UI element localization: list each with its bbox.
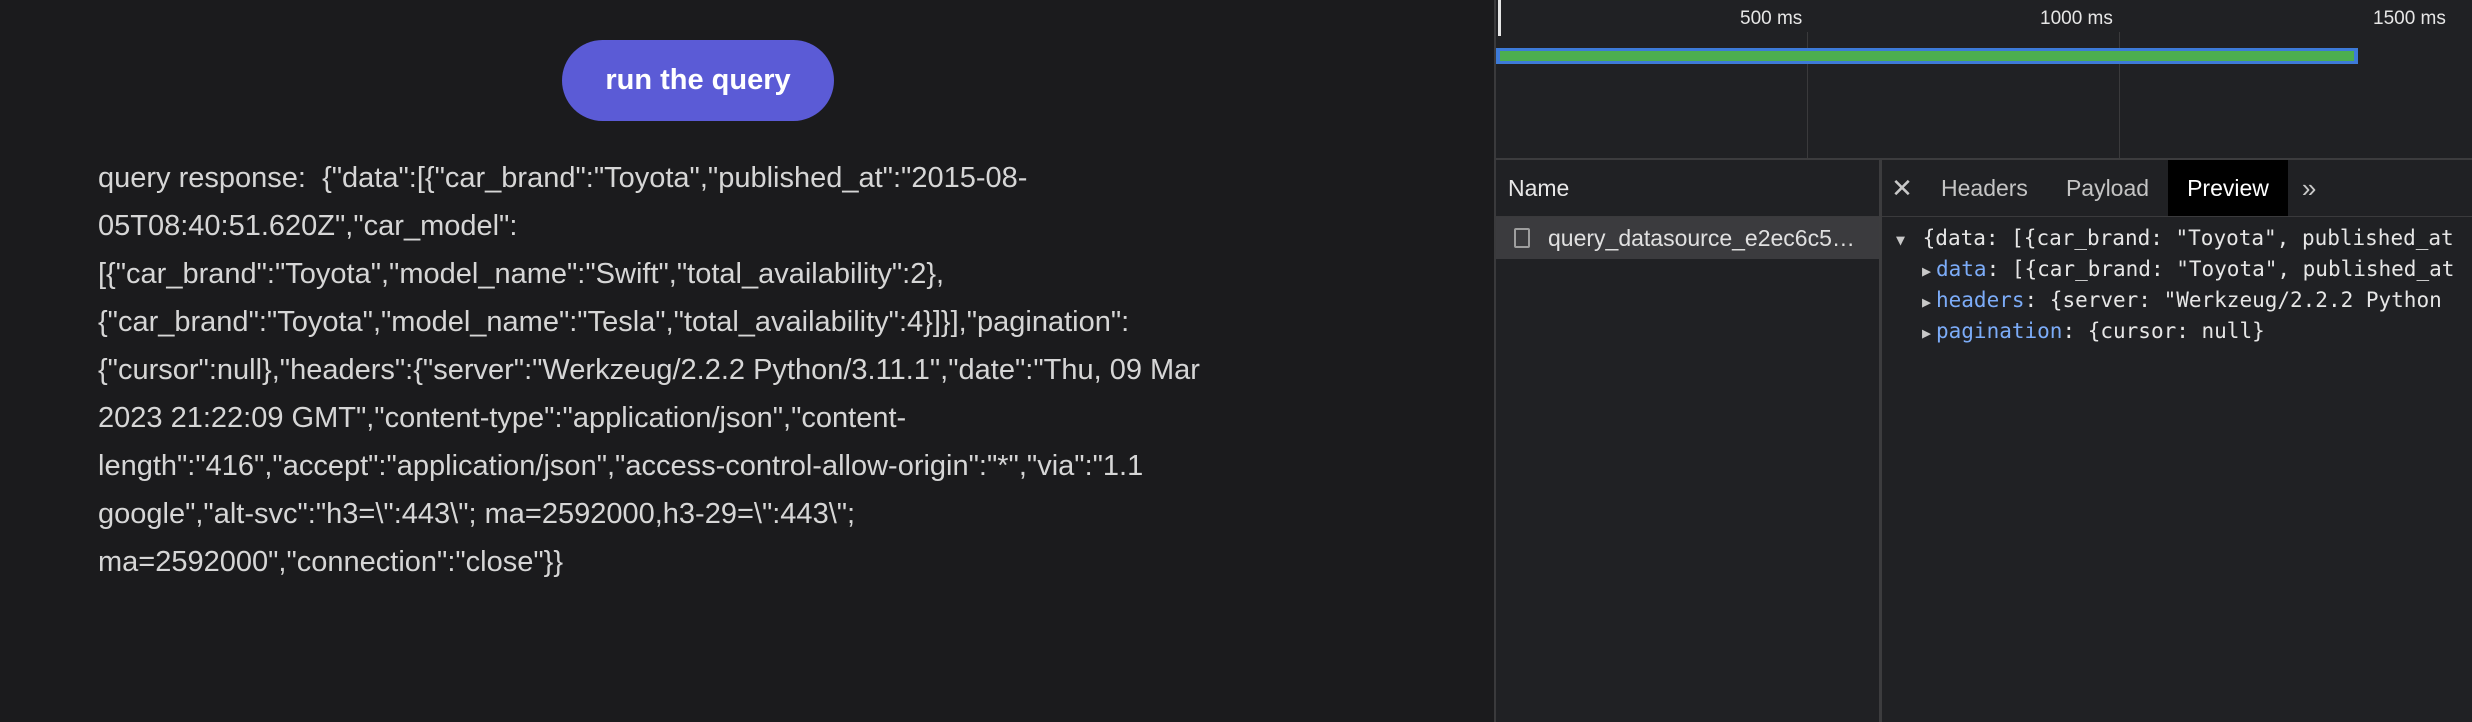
json-preview: ▼ {data: [{car_brand: "Toyota", publishe… — [1882, 217, 2472, 347]
json-key: headers — [1936, 288, 2025, 312]
response-line: query response: {"data":[{"car_brand":"T… — [98, 162, 1028, 194]
response-line: 05T08:40:51.620Z","car_model": — [98, 210, 518, 242]
json-node-headers[interactable]: ▶ headers: {server: "Werkzeug/2.2.2 Pytho… — [1882, 285, 2472, 316]
caret-right-icon[interactable]: ▶ — [1922, 287, 1936, 318]
request-detail-panel: ✕ Headers Payload Preview » ▼ {data: [{c… — [1882, 160, 2472, 722]
request-list-panel: Name query_datasource_e2ec6c5… — [1496, 160, 1882, 722]
json-root-summary: {data: [{car_brand: "Toyota", published_… — [1922, 226, 2454, 250]
timeline-tick-label: 500 ms — [1740, 8, 1803, 29]
json-key: pagination — [1936, 319, 2063, 343]
timeline-tick-label: 1000 ms — [2040, 8, 2113, 29]
app-pane: run the query query response: {"data":[{… — [0, 0, 1494, 722]
json-key: data — [1936, 257, 1987, 281]
response-line: [{"car_brand":"Toyota","model_name":"Swi… — [98, 258, 945, 290]
run-query-button[interactable]: run the query — [562, 40, 834, 121]
timeline-tick-label: 1500 ms — [2373, 8, 2446, 29]
json-value: : [{car_brand: "Toyota", published_at — [1986, 257, 2455, 281]
json-root-node[interactable]: ▼ {data: [{car_brand: "Toyota", publishe… — [1882, 223, 2472, 254]
response-line: length":"416","accept":"application/json… — [98, 450, 1144, 482]
response-line: 2023 21:22:09 GMT","content-type":"appli… — [98, 402, 907, 434]
response-line: {"car_brand":"Toyota","model_name":"Tesl… — [98, 306, 1130, 338]
json-value: : {cursor: null} — [2062, 319, 2265, 343]
caret-right-icon[interactable]: ▶ — [1922, 318, 1936, 349]
timeline-start-marker — [1498, 0, 1501, 36]
network-timeline[interactable]: 500 ms 1000 ms 1500 ms — [1496, 0, 2472, 160]
request-timing-bar[interactable] — [1496, 48, 2358, 64]
document-icon — [1514, 228, 1530, 248]
response-line: google","alt-svc":"h3=\":443\"; ma=25920… — [98, 498, 856, 530]
caret-down-icon[interactable]: ▼ — [1896, 225, 1910, 256]
close-icon[interactable]: ✕ — [1882, 173, 1922, 204]
request-name: query_datasource_e2ec6c5… — [1548, 224, 1855, 251]
detail-tabbar: ✕ Headers Payload Preview » — [1882, 160, 2472, 217]
devtools-panel: 500 ms 1000 ms 1500 ms Name query_dataso… — [1494, 0, 2472, 722]
json-node-data[interactable]: ▶ data: [{car_brand: "Toyota", published_… — [1882, 254, 2472, 285]
response-line: {"cursor":null},"headers":{"server":"Wer… — [98, 354, 1200, 386]
tab-headers[interactable]: Headers — [1922, 160, 2047, 216]
query-response-text: query response: {"data":[{"car_brand":"T… — [98, 154, 1268, 586]
request-row[interactable]: query_datasource_e2ec6c5… — [1496, 217, 1879, 259]
name-column-header[interactable]: Name — [1496, 160, 1879, 217]
json-value: : {server: "Werkzeug/2.2.2 Python — [2024, 288, 2442, 312]
response-line: ma=2592000","connection":"close"}} — [98, 546, 564, 578]
more-tabs-icon[interactable]: » — [2288, 173, 2316, 204]
tab-preview[interactable]: Preview — [2168, 160, 2288, 216]
tab-payload[interactable]: Payload — [2047, 160, 2168, 216]
json-node-pagination[interactable]: ▶ pagination: {cursor: null} — [1882, 316, 2472, 347]
caret-right-icon[interactable]: ▶ — [1922, 256, 1936, 287]
